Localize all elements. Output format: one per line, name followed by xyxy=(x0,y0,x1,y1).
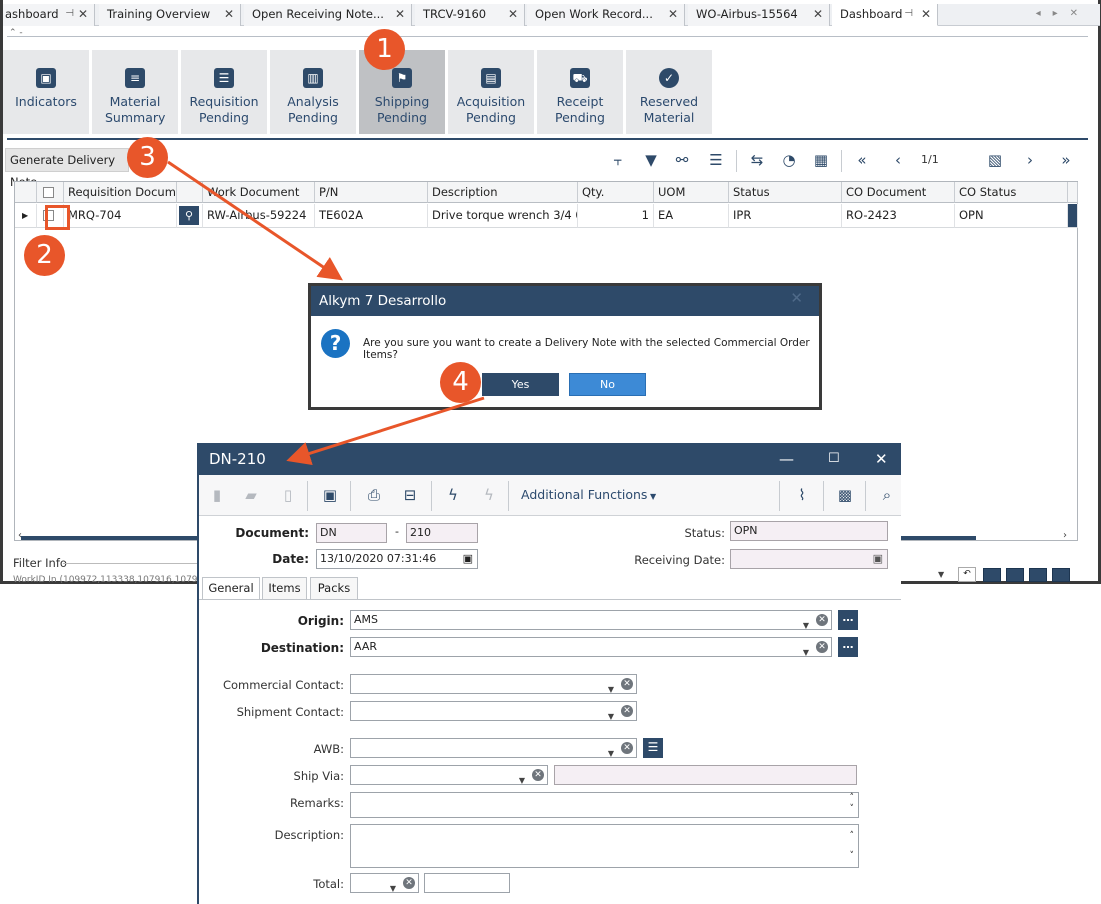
arrow-to-dialog xyxy=(167,160,343,281)
annotation-arrows xyxy=(167,160,485,465)
arrow-to-dn-window xyxy=(286,396,485,465)
